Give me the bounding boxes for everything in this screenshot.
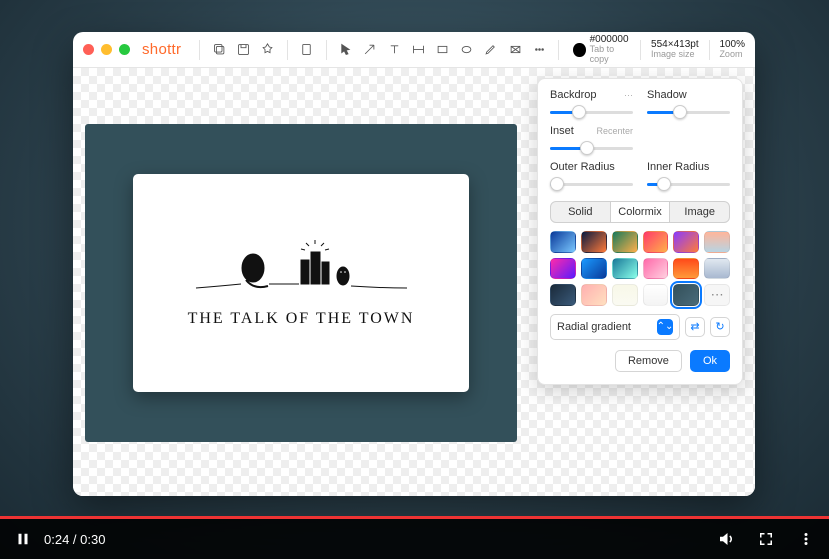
artboard-backdrop[interactable]: THE TALK OF THE TOWN <box>85 124 517 442</box>
outer-radius-slider[interactable] <box>550 175 633 193</box>
seg-image[interactable]: Image <box>669 202 729 222</box>
volume-icon[interactable] <box>717 530 735 548</box>
pin-icon[interactable] <box>259 39 277 61</box>
more-icon[interactable] <box>530 39 548 61</box>
more-swatches-button[interactable]: ⋯ <box>704 284 730 306</box>
size-info: 554×413pt Image size <box>651 39 699 60</box>
inner-radius-label: Inner Radius <box>647 161 709 173</box>
seg-solid[interactable]: Solid <box>551 202 610 222</box>
chevron-updown-icon: ⌃⌄ <box>657 319 673 335</box>
artboard-content: THE TALK OF THE TOWN <box>133 174 469 392</box>
ok-button[interactable]: Ok <box>690 350 730 372</box>
color-hint: Tab to copy <box>590 45 631 65</box>
zoom-info[interactable]: 100% Zoom <box>719 39 745 60</box>
inner-radius-control: Inner Radius <box>647 161 730 193</box>
shadow-label: Shadow <box>647 89 687 101</box>
close-window-button[interactable] <box>83 44 94 55</box>
gradient-swatch[interactable] <box>673 231 699 253</box>
inset-slider[interactable] <box>550 139 633 157</box>
gradient-swatch[interactable] <box>643 231 669 253</box>
fullscreen-window-button[interactable] <box>119 44 130 55</box>
remove-button[interactable]: Remove <box>615 350 682 372</box>
gradient-swatch[interactable] <box>704 258 730 280</box>
separator <box>287 40 288 60</box>
gradient-swatch[interactable] <box>704 231 730 253</box>
gradient-swatch[interactable] <box>643 284 669 306</box>
more-vert-icon[interactable] <box>797 530 815 548</box>
color-swatch <box>573 43 585 57</box>
gradient-type-value: Radial gradient <box>557 321 631 333</box>
caption-text: THE TALK OF THE TOWN <box>188 310 415 328</box>
outer-radius-control: Outer Radius <box>550 161 633 193</box>
oval-icon[interactable] <box>458 39 476 61</box>
video-time: 0:24 / 0:30 <box>44 532 105 547</box>
gradient-swatch[interactable] <box>612 258 638 280</box>
pointer-icon[interactable] <box>337 39 355 61</box>
gradient-type-select[interactable]: Radial gradient ⌃⌄ <box>550 314 680 340</box>
text-icon[interactable] <box>385 39 403 61</box>
minimize-window-button[interactable] <box>101 44 112 55</box>
gradient-swatch[interactable] <box>550 258 576 280</box>
page-icon[interactable] <box>298 39 316 61</box>
gradient-swatch[interactable] <box>581 258 607 280</box>
seg-colormix[interactable]: Colormix <box>610 202 670 222</box>
backdrop-slider[interactable] <box>550 103 633 121</box>
gradient-swatch[interactable] <box>581 231 607 253</box>
measure-icon[interactable] <box>409 39 427 61</box>
gradient-swatch[interactable] <box>673 284 699 306</box>
inset-control: Inset Recenter <box>550 125 633 157</box>
arrow-icon[interactable] <box>361 39 379 61</box>
image-size-label: Image size <box>651 50 699 60</box>
zoom-label: Zoom <box>719 50 745 60</box>
separator <box>326 40 327 60</box>
recenter-button[interactable]: Recenter <box>596 126 633 136</box>
inset-label: Inset <box>550 125 574 137</box>
gradient-swatch[interactable] <box>673 258 699 280</box>
backdrop-panel: Backdrop ··· Shadow Inset Recenter Outer R… <box>537 78 743 385</box>
refresh-button[interactable]: ↻ <box>710 317 730 337</box>
outer-radius-label: Outer Radius <box>550 161 615 173</box>
gradient-swatch[interactable] <box>612 231 638 253</box>
separator <box>640 40 641 60</box>
backdrop-control: Backdrop ··· <box>550 89 633 121</box>
separator <box>199 40 200 60</box>
rect-icon[interactable] <box>433 39 451 61</box>
gradient-swatch[interactable] <box>643 258 669 280</box>
color-info[interactable]: #000000 Tab to copy <box>573 34 630 65</box>
toolbar: shottr #000000 Tab to copy 554×413pt Ima… <box>73 32 755 68</box>
pencil-icon[interactable] <box>482 39 500 61</box>
shadow-control: Shadow <box>647 89 730 121</box>
pause-icon[interactable] <box>14 530 32 548</box>
backdrop-label: Backdrop <box>550 89 596 101</box>
illustration <box>191 238 411 296</box>
shadow-slider[interactable] <box>647 103 730 121</box>
separator <box>709 40 710 60</box>
copy-icon[interactable] <box>210 39 228 61</box>
gradient-swatches: ⋯ <box>550 231 730 306</box>
separator <box>558 40 559 60</box>
app-logo: shottr <box>142 41 181 58</box>
save-icon[interactable] <box>234 39 252 61</box>
app-window: shottr #000000 Tab to copy 554×413pt Ima… <box>73 32 755 496</box>
canvas[interactable]: THE TALK OF THE TOWN Backdrop ··· Shadow … <box>73 68 755 496</box>
gradient-swatch[interactable] <box>550 284 576 306</box>
fullscreen-icon[interactable] <box>757 530 775 548</box>
blur-icon[interactable] <box>506 39 524 61</box>
backdrop-more-button[interactable]: ··· <box>624 90 633 100</box>
swap-colors-button[interactable]: ⇄ <box>685 317 705 337</box>
gradient-swatch[interactable] <box>550 231 576 253</box>
window-traffic-lights <box>83 44 130 55</box>
video-controls: 0:24 / 0:30 <box>0 519 829 559</box>
inner-radius-slider[interactable] <box>647 175 730 193</box>
gradient-swatch[interactable] <box>581 284 607 306</box>
fill-type-segmented[interactable]: Solid Colormix Image <box>550 201 730 223</box>
gradient-swatch[interactable] <box>612 284 638 306</box>
